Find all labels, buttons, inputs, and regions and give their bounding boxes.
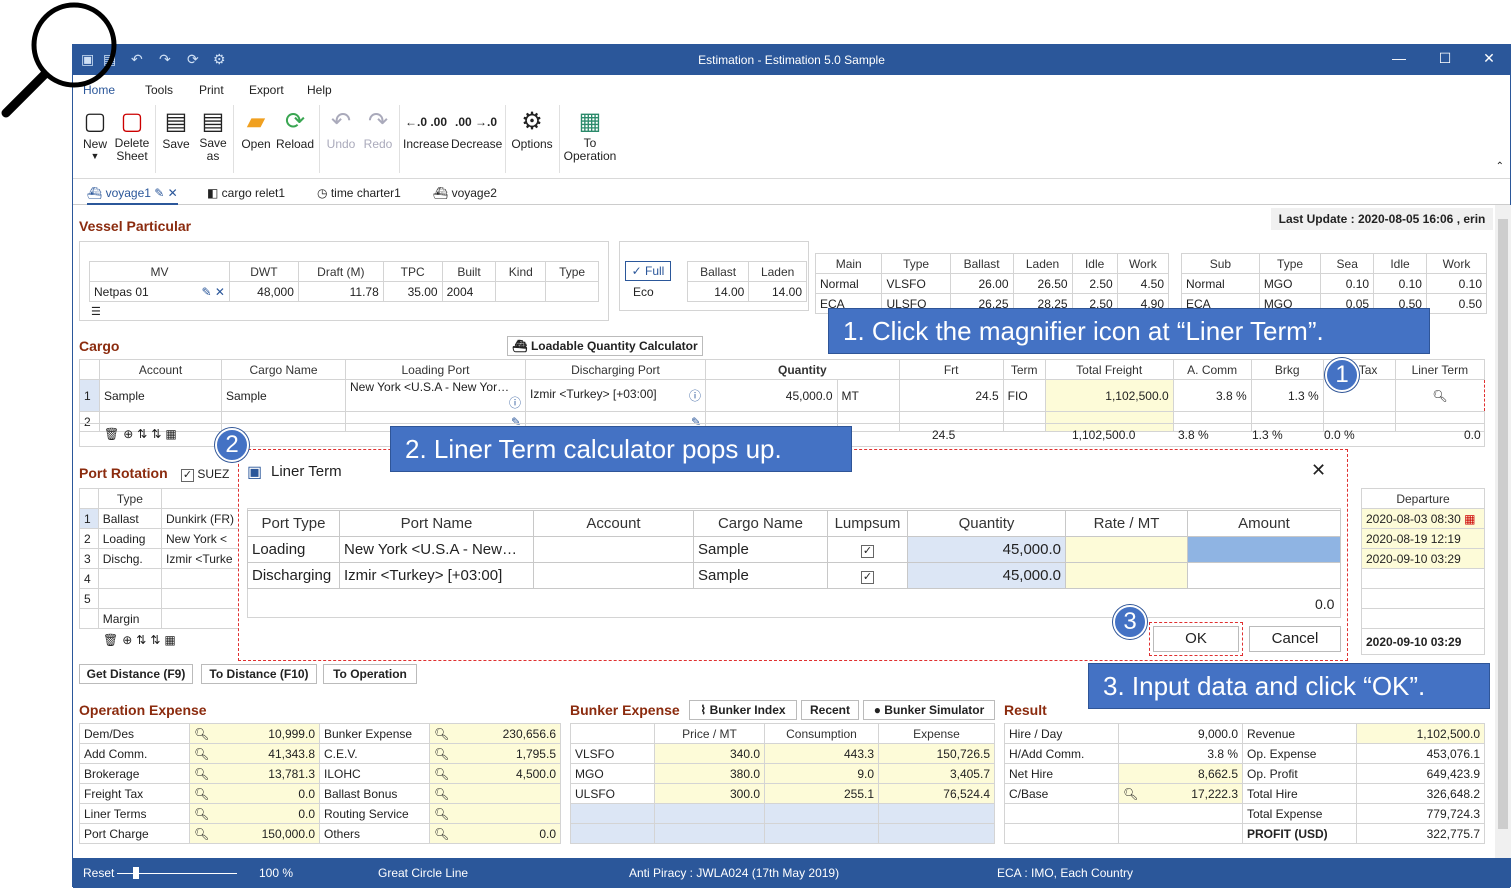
ok-button[interactable]: OK — [1153, 626, 1239, 652]
step-2-badge: 2 — [215, 428, 249, 462]
magnifier-icon: 🔍︎ — [1432, 388, 1448, 403]
main-engine-table: Main Type Ballast Laden Idle Work Normal VLSFO… — [814, 253, 1170, 314]
dialog-title: Liner Term — [271, 463, 342, 480]
zoom-slider-handle[interactable] — [133, 867, 139, 879]
menu-tools[interactable]: Tools — [145, 83, 173, 97]
tab-voyage1[interactable]: ⛴ voyage1 ✎ ✕ — [87, 186, 178, 205]
minimize-button[interactable]: — — [1379, 50, 1419, 66]
cargo-section-title: Cargo — [79, 338, 120, 354]
to-distance-button[interactable]: To Distance (F10) — [201, 664, 317, 684]
redo-icon: ↷ — [367, 108, 389, 135]
port-rotation-section-title: Port Rotation — [79, 465, 168, 481]
title-bar: ▣ ▤ ↶ ↷ ⟳ ⚙ Estimation - Estimation 5.0 … — [73, 45, 1510, 75]
save-icon: ▤ — [164, 108, 188, 135]
last-update: Last Update : 2020-08-05 16:06 , erin — [1271, 208, 1493, 230]
bunker-index-button[interactable]: ⌇ Bunker Index — [689, 700, 797, 720]
eco-speed-toggle[interactable]: Eco — [633, 285, 654, 299]
reload-button[interactable]: ⟳ Reload — [275, 107, 315, 151]
route-type: Great Circle Line — [378, 866, 469, 880]
amount-input[interactable] — [1187, 536, 1341, 563]
magnifier-annotation-icon — [1, 2, 117, 118]
save-button[interactable]: ▤ Save — [161, 107, 191, 151]
menu-help[interactable]: Help — [307, 83, 332, 97]
lumpsum-checkbox[interactable]: ✓ — [861, 571, 874, 584]
decrease-decimal-icon: .00 →.0 — [454, 115, 498, 129]
decrease-button[interactable]: .00 →.0 Decrease — [451, 107, 502, 151]
menu-bar: Home Tools Print Export Help — [73, 75, 1510, 101]
eca-status: ECA : IMO, Each Country — [997, 866, 1134, 880]
gear-icon: ⚙ — [521, 108, 543, 135]
vessel-section-title: Vessel Particular — [79, 218, 192, 234]
bunker-simulator-button[interactable]: ● Bunker Simulator — [863, 700, 995, 720]
sub-engine-table: Sub Type Sea Idle Work Normal MGO 0.10 0.10 0.10… — [1181, 253, 1488, 314]
save-as-icon: ▤ — [201, 108, 225, 135]
sheet-tabs: ⛴ voyage1 ✎ ✕ ◧ cargo relet1 ◷ time char… — [73, 179, 1510, 205]
menu-export[interactable]: Export — [249, 83, 284, 97]
grid-icon: ▦ — [578, 108, 602, 135]
tab-voyage2[interactable]: ⛴ voyage2 — [433, 186, 497, 200]
callout-step-2: 2. Liner Term calculator pops up. — [390, 426, 852, 472]
to-operation-button[interactable]: ▦ To Operation — [563, 107, 617, 163]
rate-input[interactable] — [1065, 536, 1188, 563]
bunker-table: Price / MT Consumption Expense VLSFO 340.0 4… — [570, 723, 995, 844]
redo-button[interactable]: ↷ Redo — [361, 107, 395, 151]
undo-icon: ↶ — [330, 108, 352, 135]
ribbon: ▢ New ▼ ▢ Delete Sheet ▤ Save ▤ Save as ▰ Open… — [73, 101, 1510, 179]
undo-button[interactable]: ↶ Undo — [323, 107, 359, 151]
rate-input[interactable] — [1065, 562, 1188, 589]
close-window-button[interactable]: ✕ — [1469, 50, 1509, 67]
liner-term-dialog: ▣ Liner Term ✕ Port Type Port Name Account… — [238, 449, 1348, 661]
step-1-badge: 1 — [1325, 358, 1359, 392]
speed-table: Ballast Laden 14.00 14.00 — [686, 261, 807, 302]
dialog-close-icon[interactable]: ✕ — [1311, 460, 1326, 481]
tab-cargo-relet1[interactable]: ◧ cargo relet1 — [207, 186, 285, 200]
amount-total: 0.0 — [1315, 596, 1335, 612]
options-button[interactable]: ⚙ Options — [509, 107, 555, 151]
save-as-button[interactable]: ▤ Save as — [197, 107, 229, 163]
full-speed-toggle[interactable]: ✓ Full — [625, 261, 671, 281]
cargo-row-tools[interactable]: 🗑⊕⇅⇅▦ — [104, 427, 181, 441]
list-icon[interactable]: ☰ — [91, 305, 101, 318]
cancel-button[interactable]: Cancel — [1249, 626, 1341, 652]
vessel-name-cell[interactable]: Netpas 01 ✎ ✕ — [89, 281, 230, 302]
liner-term-table: Port Type Port Name Account Cargo Name Lumps… — [247, 510, 1341, 589]
window-title: Estimation - Estimation 5.0 Sample — [698, 53, 885, 67]
dialog-icon: ▣ — [247, 464, 263, 481]
collapse-ribbon-icon[interactable]: ⌃ — [1496, 161, 1504, 172]
lumpsum-checkbox[interactable]: ✓ — [861, 545, 874, 558]
result-table: Hire / Day 9,000.0 Revenue 1,102,500.0 H/Ad… — [1004, 723, 1485, 844]
operation-expense-table: Dem/Des 🔍︎ 10,999.0 Bunker Expense 🔍︎ 230,656… — [79, 723, 561, 844]
step-3-badge: 3 — [1113, 605, 1147, 639]
reload-icon: ⟳ — [284, 108, 306, 135]
increase-button[interactable]: ←.0 .00 Increase — [403, 107, 449, 151]
menu-print[interactable]: Print — [199, 83, 224, 97]
bunker-expense-title: Bunker Expense — [570, 702, 680, 718]
zoom-level: 100 % — [259, 866, 294, 880]
vertical-scrollbar[interactable] — [1495, 205, 1511, 858]
recent-button[interactable]: Recent — [801, 700, 859, 720]
status-bar: Reset 100 % Great Circle Line Anti Pirac… — [73, 858, 1510, 888]
callout-step-3: 3. Input data and click “OK”. — [1088, 663, 1490, 709]
get-distance-button[interactable]: Get Distance (F9) — [79, 664, 193, 684]
anti-piracy-status: Anti Piracy : JWLA024 (17th May 2019) — [629, 866, 840, 880]
folder-icon: ▰ — [246, 108, 266, 135]
departure-table: Departure 2020-08-03 08:30 ▦ 2020-08-19 … — [1361, 488, 1485, 655]
liner-term-magnifier[interactable]: 🔍︎ — [1394, 379, 1486, 412]
to-operation-nav-button[interactable]: To Operation — [323, 664, 417, 684]
vessel-table: MV DWT Draft (M) TPC Built Kind Type Netpas 01… — [89, 261, 599, 302]
tab-time-charter1[interactable]: ◷ time charter1 — [317, 186, 401, 200]
port-row-tools[interactable]: 🗑⊕⇅⇅▦ — [103, 633, 180, 647]
operation-expense-title: Operation Expense — [79, 702, 207, 718]
increase-decimal-icon: ←.0 .00 — [404, 115, 448, 129]
callout-step-1: 1. Click the magnifier icon at “Liner Te… — [828, 308, 1430, 354]
loadable-quantity-calculator-button[interactable]: ⛴ Loadable Quantity Calculator — [507, 336, 703, 356]
maximize-button[interactable]: ☐ — [1425, 50, 1465, 67]
port-rotation-table: Type 1 Ballast Dunkirk (FR) 2 Loading New Yo… — [79, 488, 239, 629]
amount-input[interactable] — [1187, 562, 1341, 589]
open-button[interactable]: ▰ Open — [239, 107, 273, 151]
reset-button[interactable]: Reset — [83, 866, 114, 880]
suez-checkbox[interactable]: ✓ SUEZ — [181, 467, 229, 482]
result-title: Result — [1004, 702, 1047, 718]
cargo-table: Account Cargo Name Loading Port Discharging… — [79, 359, 1486, 432]
